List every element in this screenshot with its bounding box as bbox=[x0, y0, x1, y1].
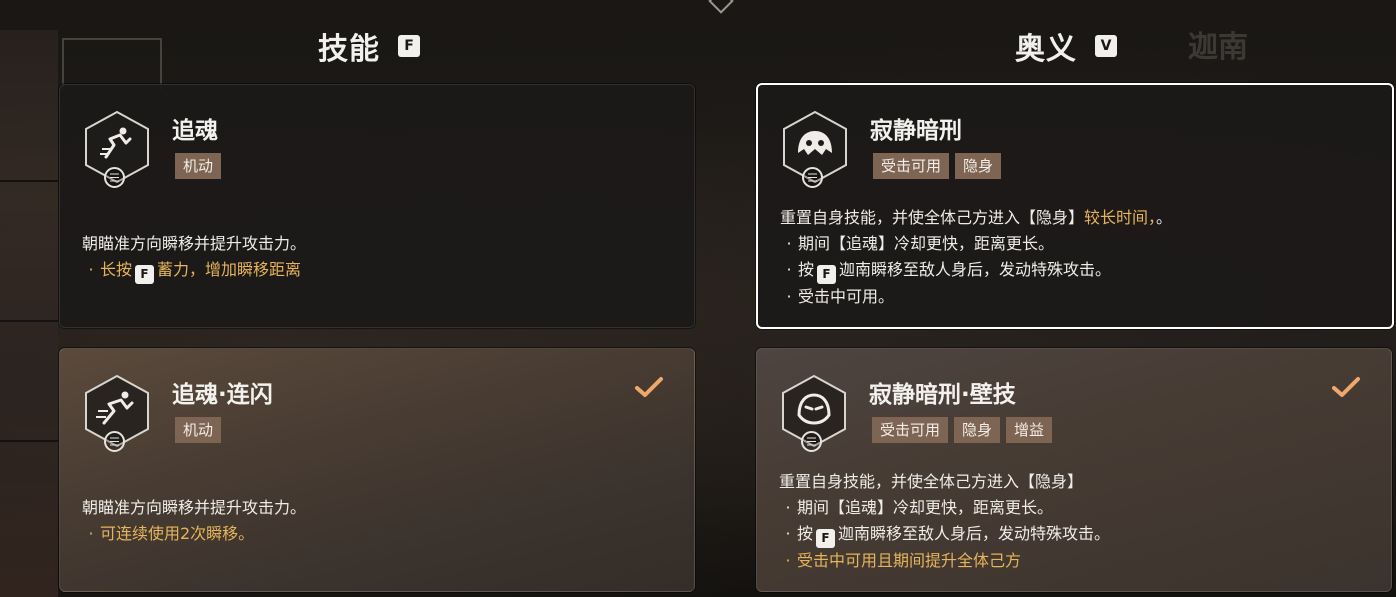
f-key-hint: F bbox=[135, 264, 155, 284]
tag-usable-when-hit: 受击可用 bbox=[872, 417, 949, 443]
skill-tags: 机动 bbox=[175, 417, 222, 443]
ultimate-description-main: 重置自身技能，并使全体己方进入【隐身】 bbox=[779, 472, 1084, 491]
skill-column-title: 技能 bbox=[318, 32, 380, 67]
ultimate-name: 寂静暗刑 bbox=[870, 118, 962, 144]
tag-buff: 增益 bbox=[1006, 417, 1053, 443]
tag-mobility: 机动 bbox=[175, 417, 222, 443]
skill-description-bullet: · 长按 F 蓄力，增加瞬移距离 bbox=[82, 257, 674, 284]
skill-description-bullet: · 可连续使用2次瞬移。 bbox=[88, 524, 255, 543]
details-menu-icon[interactable] bbox=[104, 431, 125, 452]
skill-card-variant[interactable]: 追魂·连闪 机动 朝瞄准方向瞬移并提升攻击力。 · 可连续使用2次瞬移。 bbox=[59, 348, 695, 592]
tag-usable-when-hit: 受击可用 bbox=[873, 153, 950, 179]
tag-stealth: 隐身 bbox=[955, 153, 1002, 179]
ultimate-key-hint: V bbox=[1095, 35, 1117, 57]
tag-stealth: 隐身 bbox=[954, 417, 1001, 443]
f-key-hint: F bbox=[817, 264, 837, 284]
ultimate-description: 重置自身技能，并使全体己方进入【隐身】较长时间，。 · 期间【追魂】冷却更快，距离… bbox=[780, 205, 1372, 310]
skill-selection-screen: 迦南 技能 F 奥义 V 追魂 机动 朝瞄准方向瞬移并提升攻击力。 · 长按 F 蓄力… bbox=[0, 0, 1396, 597]
details-menu-icon[interactable] bbox=[802, 167, 823, 188]
ultimate-tags: 受击可用 隐身 增益 bbox=[872, 417, 1053, 443]
skill-column-header: 技能 F bbox=[318, 26, 420, 67]
selected-check-icon bbox=[634, 375, 664, 403]
ultimate-name: 寂静暗刑·壁技 bbox=[869, 382, 1016, 408]
skill-name: 追魂·连闪 bbox=[172, 382, 273, 408]
ultimate-card-variant[interactable]: 寂静暗刑·壁技 受击可用 隐身 增益 重置自身技能，并使全体己方进入【隐身】 ·… bbox=[756, 348, 1392, 592]
ultimate-column-title: 奥义 bbox=[1015, 32, 1077, 67]
skill-card-base[interactable]: 追魂 机动 朝瞄准方向瞬移并提升攻击力。 · 长按 F 蓄力，增加瞬移距离 bbox=[59, 84, 695, 328]
ultimate-description-bullet: · 受击中可用且期间提升全体己方 bbox=[785, 550, 1022, 570]
details-menu-icon[interactable] bbox=[801, 431, 822, 452]
ultimate-description-bullet: · 按 F 迦南瞬移至敌人身后，发动特殊攻击。 bbox=[779, 521, 1371, 548]
details-menu-icon[interactable] bbox=[104, 167, 125, 188]
character-portrait-strip bbox=[0, 30, 58, 597]
ultimate-description-bullet: · 期间【追魂】冷却更快，距离更长。 bbox=[786, 234, 1055, 253]
skill-description-main: 朝瞄准方向瞬移并提升攻击力。 bbox=[82, 234, 307, 253]
skill-description: 朝瞄准方向瞬移并提升攻击力。 · 可连续使用2次瞬移。 bbox=[82, 495, 674, 547]
ultimate-tags: 受击可用 隐身 bbox=[873, 153, 1002, 179]
background-character-name: 迦南 bbox=[1188, 30, 1248, 65]
diamond-ornament-icon bbox=[708, 0, 734, 14]
ultimate-description: 重置自身技能，并使全体己方进入【隐身】 · 期间【追魂】冷却更快，距离更长。 · 按… bbox=[779, 469, 1371, 574]
f-key-hint: F bbox=[816, 528, 836, 548]
ultimate-description-main: 重置自身技能，并使全体己方进入【隐身】较长时间，。 bbox=[780, 208, 1173, 227]
tag-mobility: 机动 bbox=[175, 153, 222, 179]
skill-name: 追魂 bbox=[172, 118, 218, 144]
ultimate-description-bullet: · 受击中可用。 bbox=[786, 286, 895, 306]
skill-description-main: 朝瞄准方向瞬移并提升攻击力。 bbox=[82, 498, 307, 517]
ultimate-description-bullet: · 按 F 迦南瞬移至敌人身后，发动特殊攻击。 bbox=[780, 257, 1372, 284]
skill-tags: 机动 bbox=[175, 153, 222, 179]
selected-check-icon bbox=[1331, 375, 1361, 403]
skill-key-hint: F bbox=[398, 35, 420, 57]
ultimate-description-bullet: · 期间【追魂】冷却更快，距离更长。 bbox=[785, 498, 1054, 517]
ultimate-card-base[interactable]: 寂静暗刑 受击可用 隐身 重置自身技能，并使全体己方进入【隐身】较长时间，。 ·… bbox=[756, 83, 1394, 329]
skill-description: 朝瞄准方向瞬移并提升攻击力。 · 长按 F 蓄力，增加瞬移距离 bbox=[82, 231, 674, 284]
background-portrait-frame bbox=[62, 38, 162, 90]
ultimate-column-header: 奥义 V bbox=[1015, 26, 1117, 67]
